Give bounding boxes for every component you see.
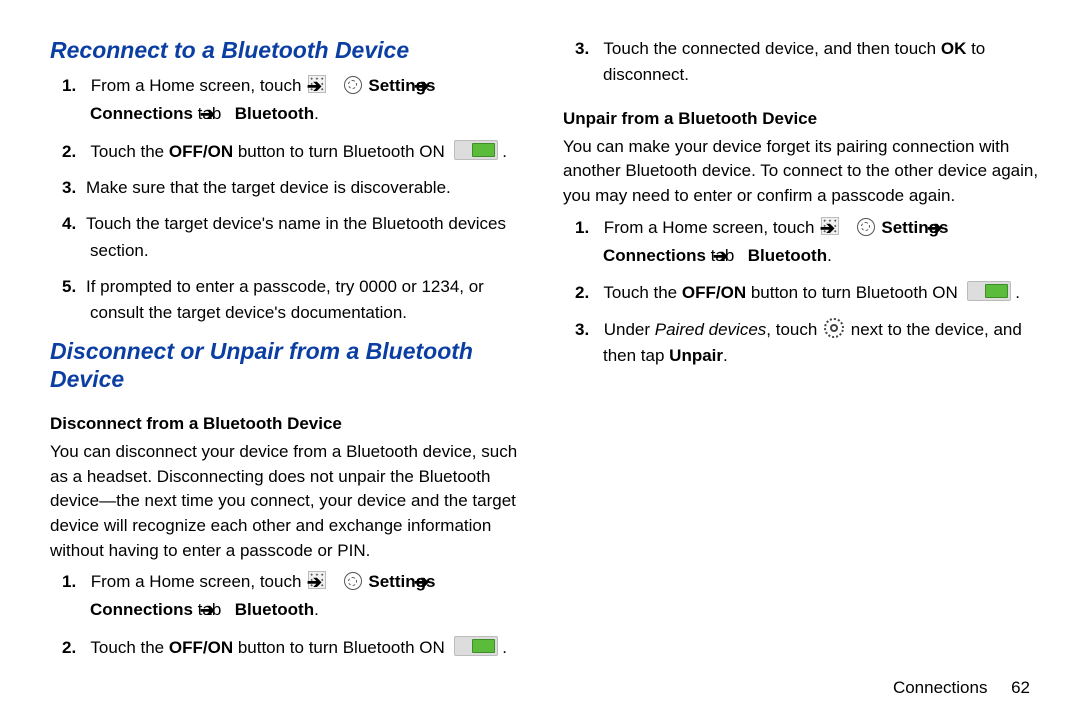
disconnect-steps: From a Home screen, touch ➔ Settings ➔ C… [50, 569, 527, 661]
list-item: Touch the OFF/ON button to turn Bluetoot… [603, 280, 1040, 306]
arrow-icon: ➔ [440, 569, 444, 597]
list-item: Touch the target device's name in the Bl… [90, 211, 527, 264]
arrow-icon: ➔ [333, 569, 337, 597]
arrow-icon: ➔ [226, 597, 230, 625]
heading-disconnect-unpair: Disconnect or Unpair from a Bluetooth De… [50, 337, 527, 395]
list-item: Make sure that the target device is disc… [90, 175, 527, 201]
arrow-icon: ➔ [953, 215, 957, 243]
arrow-icon: ➔ [739, 243, 743, 271]
list-item: Touch the connected device, and then tou… [603, 36, 1040, 89]
settings-icon [857, 218, 875, 236]
arrow-icon: ➔ [846, 215, 850, 243]
unpair-steps: From a Home screen, touch ➔ Settings ➔ C… [563, 215, 1040, 370]
arrow-icon: ➔ [440, 73, 444, 101]
reconnect-steps: From a Home screen, touch ➔ Settings ➔ C… [50, 73, 527, 327]
settings-icon [344, 572, 362, 590]
settings-icon [344, 76, 362, 94]
disconnect-paragraph: You can disconnect your device from a Bl… [50, 440, 527, 563]
list-item: Touch the OFF/ON button to turn Bluetoot… [90, 139, 527, 165]
disconnect-steps-continued: Touch the connected device, and then tou… [563, 36, 1040, 89]
list-item: From a Home screen, touch ➔ Settings ➔ C… [90, 569, 527, 625]
list-item: If prompted to enter a passcode, try 000… [90, 274, 527, 327]
gear-icon [824, 318, 844, 338]
arrow-icon: ➔ [226, 101, 230, 129]
footer-section-name: Connections [893, 678, 988, 697]
page-number: 62 [1011, 678, 1030, 697]
list-item: Under Paired devices, touch next to the … [603, 317, 1040, 370]
manual-page: Reconnect to a Bluetooth Device From a H… [0, 0, 1080, 720]
list-item: Touch the OFF/ON button to turn Bluetoot… [90, 635, 527, 661]
arrow-icon: ➔ [333, 73, 337, 101]
toggle-on-icon [967, 281, 1011, 301]
unpair-paragraph: You can make your device forget its pair… [563, 135, 1040, 209]
list-item: From a Home screen, touch ➔ Settings ➔ C… [90, 73, 527, 129]
subheading-unpair: Unpair from a Bluetooth Device [563, 109, 1040, 129]
toggle-on-icon [454, 636, 498, 656]
list-item: From a Home screen, touch ➔ Settings ➔ C… [603, 215, 1040, 271]
subheading-disconnect: Disconnect from a Bluetooth Device [50, 414, 527, 434]
heading-reconnect: Reconnect to a Bluetooth Device [50, 36, 527, 65]
page-footer: Connections 62 [893, 678, 1030, 698]
toggle-on-icon [454, 140, 498, 160]
